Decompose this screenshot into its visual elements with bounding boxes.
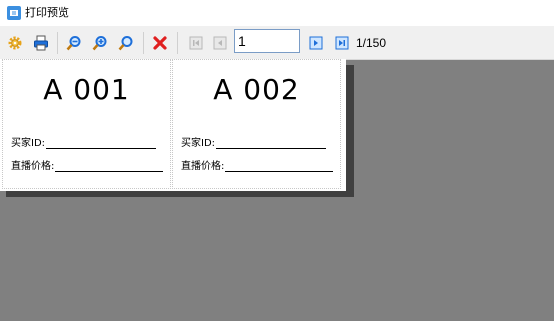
toolbar-separator xyxy=(177,32,178,54)
zoom-out-icon[interactable] xyxy=(64,33,84,53)
last-page-icon[interactable] xyxy=(332,33,352,53)
price-underline xyxy=(55,171,164,172)
previous-page-icon[interactable] xyxy=(210,33,230,53)
page-count: 1/150 xyxy=(356,36,387,50)
printer-icon[interactable] xyxy=(31,33,51,53)
buyer-id-label: 买家ID: xyxy=(181,138,216,149)
buyer-id-field: 买家ID: xyxy=(11,138,157,150)
first-page-icon[interactable] xyxy=(186,33,206,53)
buyer-id-label: 买家ID: xyxy=(11,138,46,149)
label-code: A 001 xyxy=(43,73,130,106)
toolbar-separator xyxy=(143,32,144,54)
label-card: A 002 买家ID: 直播价格: xyxy=(172,59,341,189)
print-preview-window: 打印预览 1 1/150 A 001 买家ID: 直播价格: A 002 买家I… xyxy=(0,0,554,321)
zoom-fit-icon[interactable] xyxy=(116,33,136,53)
label-card: A 001 买家ID: 直播价格: xyxy=(2,59,171,189)
title-bar: 打印预览 xyxy=(0,0,554,26)
app-icon xyxy=(7,6,21,20)
page-number-input[interactable] xyxy=(234,29,300,53)
price-field: 直播价格: xyxy=(11,161,164,173)
label-code: A 002 xyxy=(213,73,300,106)
preview-page: A 001 买家ID: 直播价格: A 002 买家ID: 直播价格: xyxy=(0,59,346,191)
price-field: 直播价格: xyxy=(181,161,334,173)
buyer-id-underline xyxy=(216,148,327,149)
buyer-id-field: 买家ID: xyxy=(181,138,327,150)
price-underline xyxy=(225,171,334,172)
window-title: 打印预览 xyxy=(25,6,69,19)
next-page-icon[interactable] xyxy=(306,33,326,53)
price-label: 直播价格: xyxy=(11,161,55,172)
zoom-in-icon[interactable] xyxy=(90,33,110,53)
gear-icon[interactable] xyxy=(5,33,25,53)
buyer-id-underline xyxy=(46,148,157,149)
price-label: 直播价格: xyxy=(181,161,225,172)
toolbar-separator xyxy=(57,32,58,54)
close-icon[interactable] xyxy=(150,33,170,53)
toolbar: 1/150 xyxy=(0,26,554,60)
